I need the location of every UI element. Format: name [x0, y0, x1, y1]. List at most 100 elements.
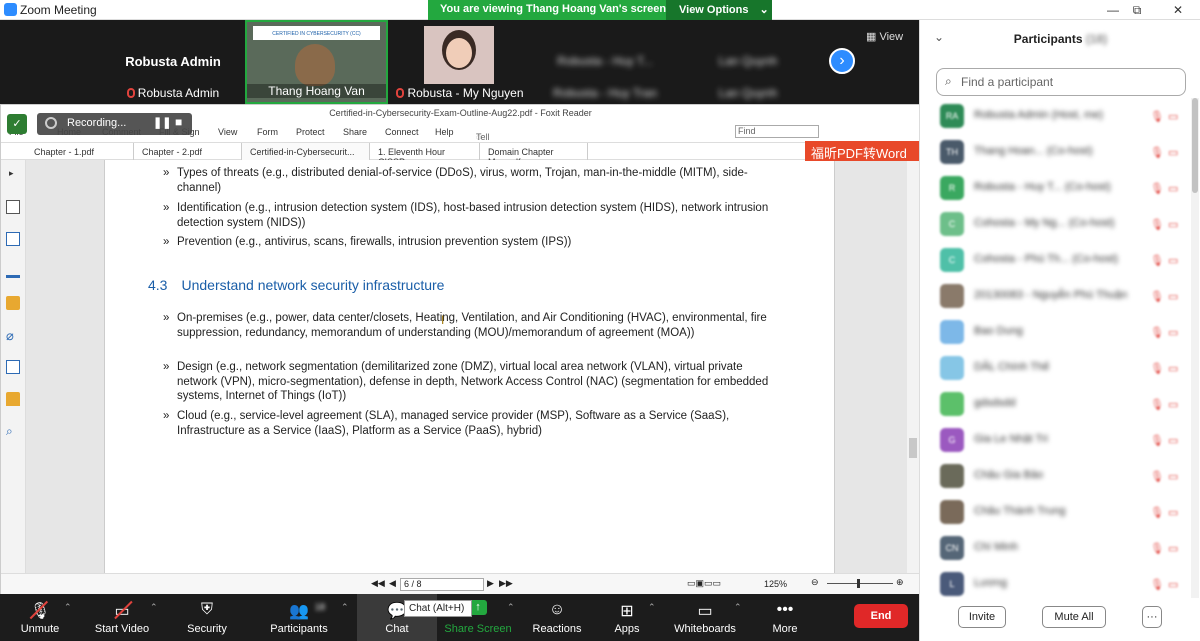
maximize-button[interactable]: ⧉	[1122, 1, 1152, 19]
participant-row[interactable]: TH Thang Hoan... (Co-host) 🎙 ▭	[920, 134, 1190, 170]
zoom-level[interactable]: 125%	[764, 579, 787, 589]
scroll-thumb[interactable]	[909, 438, 917, 458]
chevron-up-icon[interactable]: ⌃	[648, 602, 656, 613]
prev-page-icon[interactable]: ◀	[389, 578, 396, 589]
invite-button[interactable]: Invite	[958, 606, 1006, 628]
video-tile-participant[interactable]: Robusta - My Nguyen	[390, 20, 530, 104]
foxit-tab[interactable]: Domain Chapter Map.pdf	[480, 143, 588, 167]
participant-row[interactable]: gdsdsdd 🎙 ▭	[920, 386, 1190, 422]
foxit-menu-connect[interactable]: Connect	[385, 127, 419, 137]
chevron-up-icon[interactable]: ⌃	[64, 602, 72, 613]
participant-row[interactable]: Bao Dung 🎙 ▭	[920, 314, 1190, 350]
foxit-menu-form[interactable]: Form	[257, 127, 278, 137]
muted-mic-icon[interactable]: 🎙	[1150, 146, 1164, 159]
video-tile-host[interactable]: Robusta Admin Robusta Admin	[103, 20, 243, 104]
camera-off-icon[interactable]: ▭	[1168, 362, 1178, 375]
participant-row[interactable]: DÂL Chính Thế 🎙 ▭	[920, 350, 1190, 386]
comment-icon[interactable]	[6, 296, 20, 310]
muted-mic-icon[interactable]: 🎙	[1150, 542, 1164, 555]
zoom-in-icon[interactable]: ⊕	[896, 577, 904, 588]
page-thumbnail-icon[interactable]	[6, 200, 20, 214]
chevron-up-icon[interactable]: ⌃	[507, 602, 515, 613]
chevron-up-icon[interactable]: ⌃	[150, 602, 158, 613]
participant-row[interactable]: RA Robusta Admin (Host, me) 🎙 ▭	[920, 98, 1190, 134]
foxit-tab[interactable]: Chapter - 1.pdf	[26, 143, 134, 161]
page-number-input[interactable]: 6 / 8	[400, 578, 484, 591]
first-page-icon[interactable]: ◀◀	[371, 578, 385, 589]
whiteboards-button[interactable]: ▭ Whiteboards	[665, 594, 745, 641]
end-meeting-button[interactable]: End	[854, 604, 908, 628]
document-scrollbar[interactable]	[907, 160, 919, 573]
search-icon[interactable]: ⌕	[6, 424, 20, 438]
camera-off-icon[interactable]: ▭	[1168, 146, 1178, 159]
stop-recording-icon[interactable]: ■	[175, 115, 182, 129]
pause-recording-icon[interactable]: ❚❚	[153, 116, 171, 129]
foxit-menu-share[interactable]: Share	[343, 127, 367, 137]
pen-icon[interactable]	[6, 264, 20, 278]
muted-mic-icon[interactable]: 🎙	[1150, 434, 1164, 447]
participant-row[interactable]: Châu Gia Bảo 🎙 ▭	[920, 458, 1190, 494]
muted-mic-icon[interactable]: 🎙	[1150, 470, 1164, 483]
chevron-up-icon[interactable]: ⌃	[341, 602, 349, 613]
zoom-out-icon[interactable]: ⊖	[811, 577, 819, 588]
close-button[interactable]: ✕	[1163, 1, 1193, 19]
zoom-slider[interactable]	[827, 583, 893, 584]
participant-row[interactable]: Châu Thành Trung 🎙 ▭	[920, 494, 1190, 530]
video-tile-blurred-1[interactable]: Robusta - Huy T... Robusta - Huy Tran	[535, 20, 675, 104]
muted-mic-icon[interactable]: 🎙	[1150, 362, 1164, 375]
signature-icon[interactable]	[6, 360, 20, 374]
participant-row[interactable]: 20130083 - Nguyễn Phú Thuận 🎙 ▭	[920, 278, 1190, 314]
next-page-icon[interactable]: ▶	[487, 578, 494, 589]
video-tile-blurred-2[interactable]: Lan Quynh Lan Quynh	[678, 20, 818, 104]
muted-mic-icon[interactable]: 🎙	[1150, 182, 1164, 195]
chevron-up-icon[interactable]: ⌃	[734, 602, 742, 613]
expand-arrow-icon[interactable]: ▸	[9, 168, 14, 179]
muted-mic-icon[interactable]: 🎙	[1150, 218, 1164, 231]
foxit-tab-active[interactable]: Certified-in-Cybersecurit...	[242, 143, 370, 161]
camera-off-icon[interactable]: ▭	[1168, 290, 1178, 303]
muted-mic-icon[interactable]: 🎙	[1150, 254, 1164, 267]
muted-mic-icon[interactable]: 🎙	[1150, 290, 1164, 303]
foxit-menu-view[interactable]: View	[218, 127, 237, 137]
participant-row[interactable]: L Lương 🎙 ▭	[920, 566, 1190, 602]
muted-mic-icon[interactable]: 🎙	[1150, 110, 1164, 123]
layers-icon[interactable]	[6, 232, 20, 246]
camera-off-icon[interactable]: ▭	[1168, 434, 1178, 447]
participant-list-scrollbar[interactable]	[1191, 98, 1199, 618]
lock-icon[interactable]	[6, 392, 20, 406]
mute-all-button[interactable]: Mute All	[1042, 606, 1106, 628]
video-tile-presenter[interactable]: CERTIFIED IN CYBERSECURITY (CC) Thang Ho…	[245, 20, 388, 104]
participant-row[interactable]: CN Chí Minh 🎙 ▭	[920, 530, 1190, 566]
muted-mic-icon[interactable]: 🎙	[1150, 506, 1164, 519]
reactions-button[interactable]: ☺ Reactions	[517, 594, 597, 641]
muted-mic-icon[interactable]: 🎙	[1150, 578, 1164, 591]
security-button[interactable]: ⛨ Security	[167, 594, 247, 641]
participant-search-input[interactable]: ⌕ Find a participant	[936, 68, 1186, 96]
camera-off-icon[interactable]: ▭	[1168, 218, 1178, 231]
attachment-icon[interactable]: ⌀	[6, 328, 20, 343]
more-button[interactable]: ••• More	[745, 594, 825, 641]
convert-pdf-to-word-button[interactable]: 福昕PDF转Word	[805, 141, 919, 161]
muted-mic-icon[interactable]: 🎙	[1150, 398, 1164, 411]
camera-off-icon[interactable]: ▭	[1168, 326, 1178, 339]
participant-row[interactable]: C Cohosta - Phú Th... (Co-host) 🎙 ▭	[920, 242, 1190, 278]
foxit-menu-help[interactable]: Help	[435, 127, 454, 137]
foxit-find-input[interactable]: Find	[735, 125, 819, 138]
camera-off-icon[interactable]: ▭	[1168, 542, 1178, 555]
camera-off-icon[interactable]: ▭	[1168, 398, 1178, 411]
participant-row[interactable]: C Cohosta - My Ng... (Co-host) 🎙 ▭	[920, 206, 1190, 242]
camera-off-icon[interactable]: ▭	[1168, 470, 1178, 483]
camera-off-icon[interactable]: ▭	[1168, 578, 1178, 591]
muted-mic-icon[interactable]: 🎙	[1150, 326, 1164, 339]
camera-off-icon[interactable]: ▭	[1168, 110, 1178, 123]
more-options-button[interactable]: ···	[1142, 606, 1162, 628]
zoom-slider-handle[interactable]	[857, 579, 860, 588]
participants-button[interactable]: 👥 18 Participants	[259, 594, 339, 641]
scroll-thumb[interactable]	[1192, 98, 1198, 193]
page-layout-icon[interactable]: ▭▣▭▭	[687, 578, 721, 589]
participant-row[interactable]: G Gia Le Nhật Tri 🎙 ▭	[920, 422, 1190, 458]
last-page-icon[interactable]: ▶▶	[499, 578, 513, 589]
camera-off-icon[interactable]: ▭	[1168, 506, 1178, 519]
view-options-button[interactable]: View Options ⌄	[666, 0, 772, 20]
foxit-menu-protect[interactable]: Protect	[296, 127, 325, 137]
